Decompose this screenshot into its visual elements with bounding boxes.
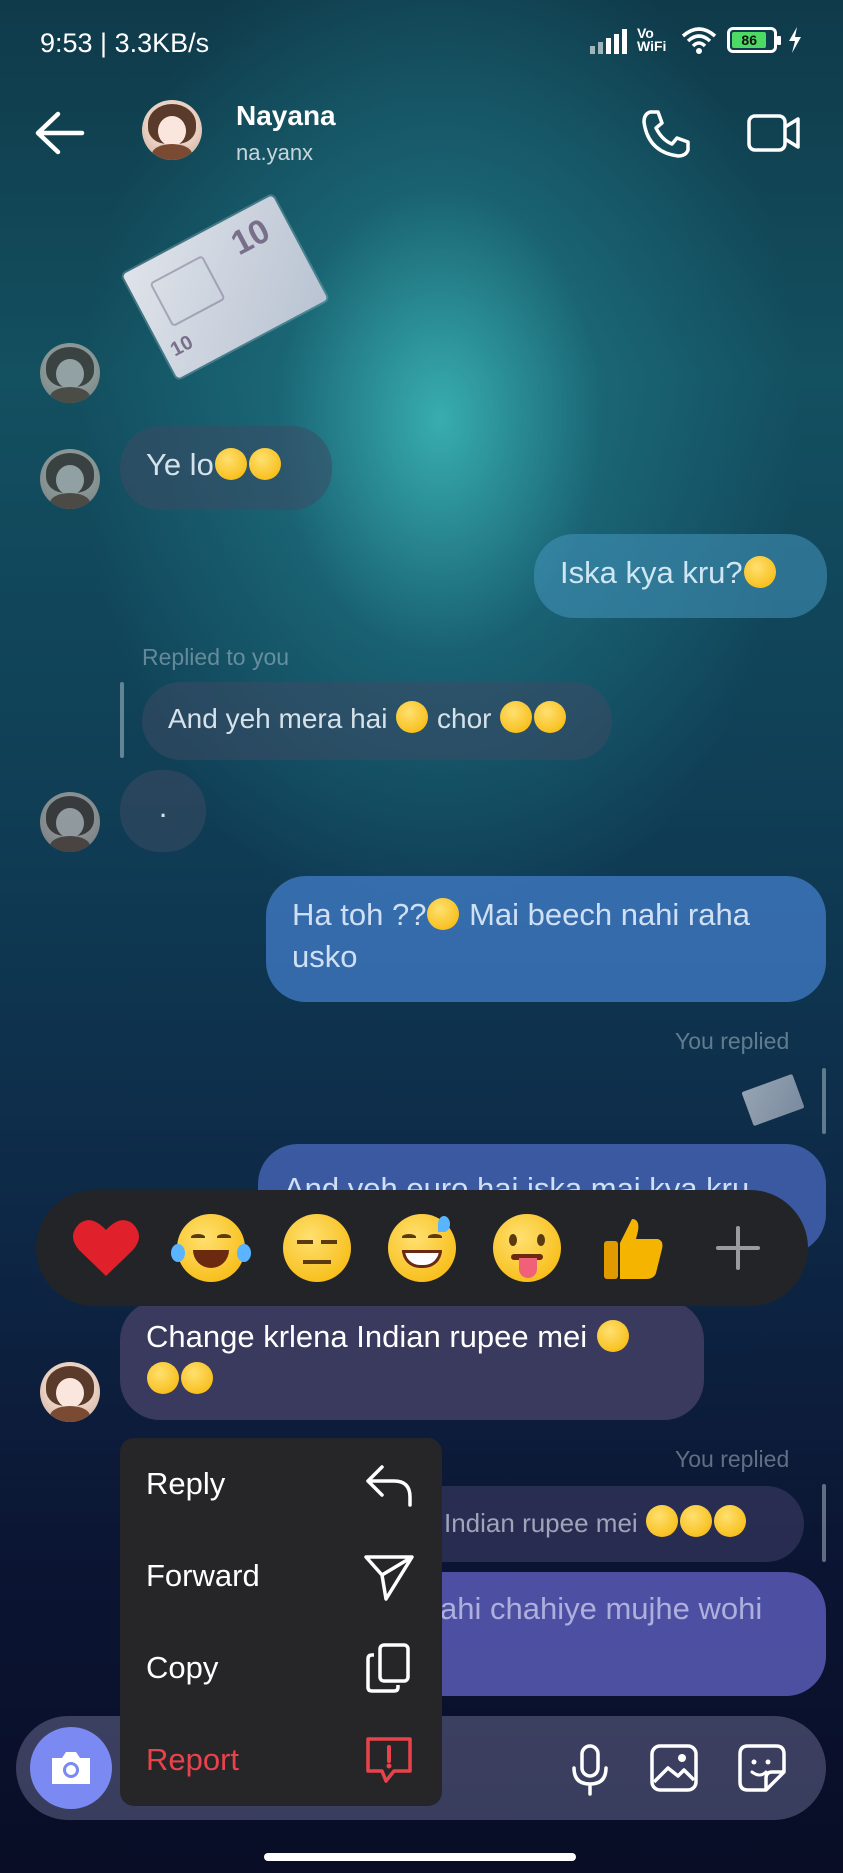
message-text: And yeh mera hai bbox=[168, 703, 388, 734]
vowifi-label: Vo WiFi bbox=[637, 25, 667, 54]
quoted-message[interactable]: Indian rupee mei bbox=[400, 1486, 804, 1562]
grinning-sweat-emoji bbox=[147, 1362, 179, 1394]
camera-button[interactable] bbox=[30, 1727, 112, 1809]
reply-label: You replied bbox=[675, 1446, 790, 1472]
thumbs-up-reaction[interactable] bbox=[597, 1212, 669, 1284]
menu-label: Copy bbox=[146, 1650, 219, 1685]
euro-note-sticker[interactable]: 10 10 bbox=[122, 195, 328, 379]
heart-reaction[interactable] bbox=[70, 1212, 142, 1284]
battery-icon: 86 bbox=[727, 27, 781, 53]
menu-item-reply[interactable]: Reply bbox=[120, 1438, 442, 1530]
message-text: Change krlena Indian rupee mei bbox=[146, 1319, 588, 1354]
message-text-tail: chor bbox=[437, 703, 492, 734]
contact-name[interactable]: Nayana bbox=[236, 100, 336, 132]
tongue-emoji bbox=[500, 701, 533, 733]
reply-indicator bbox=[822, 1484, 826, 1562]
home-indicator[interactable] bbox=[264, 1853, 576, 1861]
signal-icon bbox=[590, 26, 627, 54]
menu-label: Report bbox=[146, 1742, 240, 1777]
copy-icon bbox=[366, 1643, 410, 1693]
status-time: 9:53 | 3.3KB/s bbox=[40, 28, 210, 58]
message-text: ahi chahiye mujhe wohi bbox=[440, 1591, 763, 1626]
reply-icon bbox=[366, 1465, 412, 1507]
reply-indicator bbox=[120, 682, 124, 758]
message-context-menu: Reply Forward Copy Report bbox=[120, 1438, 442, 1806]
sender-avatar[interactable] bbox=[40, 1362, 100, 1422]
reply-indicator bbox=[822, 1068, 826, 1134]
grinning-sweat-emoji bbox=[679, 1505, 712, 1537]
heart-icon bbox=[73, 1220, 139, 1276]
plus-icon bbox=[715, 1226, 760, 1270]
message-text: Ha toh ?? bbox=[292, 897, 427, 932]
message-text: Indian rupee mei bbox=[444, 1508, 638, 1538]
menu-label: Reply bbox=[146, 1466, 226, 1501]
message-bubble-outgoing[interactable]: Ha toh ?? Mai beech nahi raha usko bbox=[266, 876, 826, 1002]
contact-username[interactable]: na.yanx bbox=[236, 140, 313, 166]
message-bubble-incoming[interactable]: And yeh mera hai chor bbox=[142, 682, 612, 760]
tongue-emoji bbox=[713, 1505, 746, 1537]
tongue-emoji bbox=[534, 701, 567, 733]
gallery-icon[interactable] bbox=[648, 1742, 700, 1794]
back-arrow-icon[interactable] bbox=[34, 110, 86, 156]
message-bubble-outgoing[interactable]: Iska kya kru? bbox=[534, 534, 827, 618]
grinning-emoji bbox=[596, 1320, 629, 1352]
camera-icon bbox=[52, 1752, 90, 1784]
reply-label: You replied bbox=[675, 1028, 790, 1054]
message-text: . bbox=[158, 789, 168, 824]
header-avatar[interactable] bbox=[142, 100, 202, 160]
reply-label: Replied to you bbox=[142, 644, 290, 670]
thumbs-up-icon bbox=[603, 1219, 663, 1279]
send-icon bbox=[364, 1555, 414, 1601]
message-bubble-incoming[interactable]: Ye lo bbox=[120, 426, 332, 510]
menu-item-report[interactable]: Report bbox=[120, 1714, 442, 1806]
video-call-icon[interactable] bbox=[746, 110, 802, 156]
tongue-reaction[interactable] bbox=[491, 1212, 563, 1284]
sticker-icon[interactable] bbox=[736, 1742, 788, 1794]
charging-icon bbox=[789, 27, 801, 53]
expressionless-reaction[interactable] bbox=[281, 1212, 353, 1284]
rofl-emoji bbox=[743, 556, 776, 588]
message-bubble-selected[interactable]: Change krlena Indian rupee mei bbox=[120, 1300, 704, 1420]
expressionless-emoji bbox=[396, 701, 429, 733]
microphone-icon[interactable] bbox=[570, 1742, 610, 1798]
status-icons: Vo WiFi 86 bbox=[590, 26, 803, 54]
report-icon bbox=[366, 1737, 412, 1783]
menu-item-forward[interactable]: Forward bbox=[120, 1530, 442, 1622]
tongue-emoji bbox=[181, 1362, 213, 1394]
euro-note-thumbnail[interactable] bbox=[741, 1073, 805, 1127]
wifi-icon bbox=[681, 27, 717, 54]
menu-label: Forward bbox=[146, 1558, 260, 1593]
sender-avatar[interactable] bbox=[40, 792, 100, 852]
message-bubble-incoming[interactable]: . bbox=[120, 770, 206, 852]
grinning-emoji bbox=[645, 1505, 678, 1537]
grinning-sweat-emoji bbox=[248, 448, 281, 480]
tears-of-joy-reaction[interactable] bbox=[171, 1212, 252, 1284]
sender-avatar[interactable] bbox=[40, 449, 100, 509]
message-text: Iska kya kru? bbox=[560, 555, 743, 590]
sender-avatar[interactable] bbox=[40, 343, 100, 403]
menu-item-copy[interactable]: Copy bbox=[120, 1622, 442, 1714]
grinning-sweat-reaction[interactable] bbox=[386, 1212, 458, 1284]
message-text: Ye lo bbox=[146, 447, 214, 482]
add-reaction-button[interactable] bbox=[702, 1212, 774, 1284]
tongue-emoji bbox=[427, 898, 460, 930]
grinning-emoji bbox=[214, 448, 247, 480]
reaction-bar bbox=[36, 1190, 808, 1306]
battery-level: 86 bbox=[732, 32, 767, 48]
message-bubble-outgoing[interactable]: ahi chahiye mujhe wohi bbox=[400, 1572, 826, 1696]
phone-icon[interactable] bbox=[640, 108, 692, 160]
